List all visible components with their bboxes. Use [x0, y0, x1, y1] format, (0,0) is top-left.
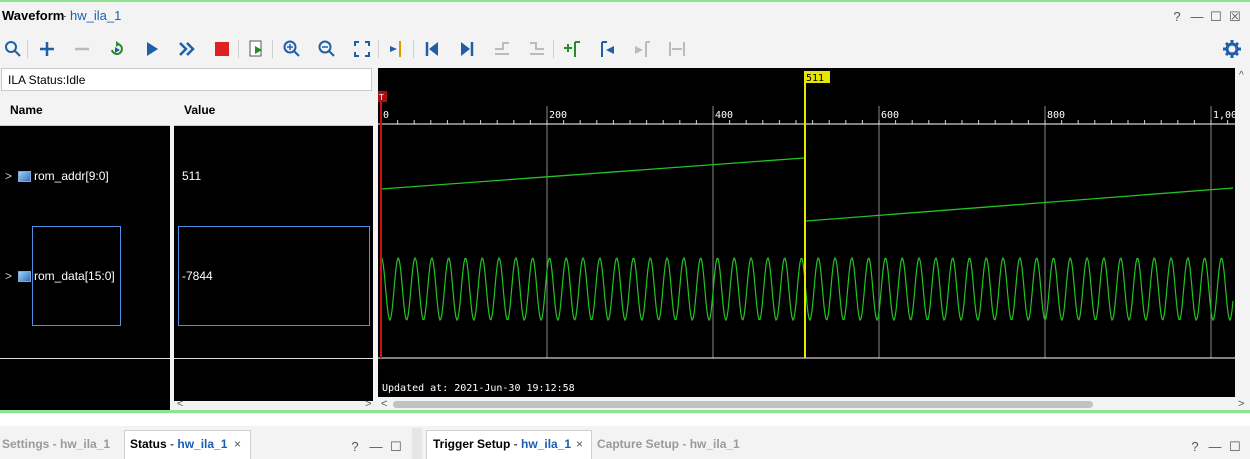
signal-name-rom-addr[interactable]: rom_addr[9:0]	[34, 169, 109, 183]
previous-transition-icon[interactable]	[491, 38, 513, 60]
name-column-header[interactable]: Name	[0, 94, 170, 126]
tab-trigger-setup[interactable]: Trigger Setup - hw_ila_1	[433, 437, 571, 451]
window-border	[0, 410, 1250, 413]
tab-capture-setup[interactable]: Capture Setup - hw_ila_1	[597, 437, 740, 451]
expand-rom-addr-chevron[interactable]: >	[5, 169, 12, 183]
fast-forward-icon[interactable]	[176, 38, 198, 60]
search-icon[interactable]	[2, 38, 24, 60]
status-maximize-button[interactable]: ☐	[389, 440, 403, 454]
rom-addr-ramp-2	[805, 187, 1234, 222]
signal-name-rom-data[interactable]: rom_data[15:0]	[34, 269, 115, 283]
play-icon[interactable]	[141, 38, 163, 60]
bus-signal-icon	[18, 271, 31, 282]
trigger-help-button[interactable]: ?	[1188, 440, 1202, 454]
row-divider	[0, 358, 170, 359]
refresh-icon[interactable]	[106, 38, 128, 60]
next-marker-icon[interactable]	[631, 38, 653, 60]
zoom-out-icon[interactable]	[316, 38, 338, 60]
swap-cursors-icon[interactable]	[666, 38, 688, 60]
maximize-button[interactable]: ☐	[1209, 10, 1223, 24]
gear-icon[interactable]	[1221, 38, 1243, 60]
waveform-vertical-scrollbar[interactable]: ^	[1236, 68, 1249, 397]
close-trigger-setup-tab-icon[interactable]: ×	[576, 437, 583, 451]
time-tick-label: 800	[1047, 110, 1065, 121]
trigger-maximize-button[interactable]: ☐	[1228, 440, 1242, 454]
row-divider	[174, 358, 373, 359]
cursor-label: 511	[806, 73, 824, 84]
trigger-minimize-button[interactable]: —	[1208, 440, 1222, 454]
window-title: Waveform	[2, 8, 65, 23]
waveform-scroll-right-icon[interactable]: >	[1238, 398, 1244, 410]
stop-icon[interactable]	[211, 38, 233, 60]
time-tick-label: 0	[383, 110, 389, 121]
waveform-scroll-thumb[interactable]	[393, 401, 1093, 408]
tab-status[interactable]: Status - hw_ila_1	[130, 437, 227, 451]
time-tick-label: 400	[715, 110, 733, 121]
signal-value-rom-data: -7844	[182, 269, 213, 283]
value-column-label: Value	[184, 103, 216, 117]
time-tick-label: 600	[881, 110, 899, 121]
waveform-canvas[interactable]: 0 200 400 600 800 1,00 T 511 Updated at: 2021…	[378, 68, 1237, 397]
window-subtitle: hw_ila_1	[70, 8, 122, 23]
help-button[interactable]: ?	[1170, 10, 1184, 24]
trigger-marker-label: T	[379, 93, 384, 102]
title-separator: -	[62, 8, 67, 23]
next-transition-icon[interactable]	[526, 38, 548, 60]
float-button[interactable]: ☒	[1228, 10, 1242, 24]
minus-icon[interactable]	[71, 38, 93, 60]
time-tick-label: 1,00	[1213, 110, 1235, 121]
previous-marker-icon[interactable]	[596, 38, 618, 60]
status-minimize-button[interactable]: —	[369, 440, 383, 454]
panel-splitter[interactable]	[412, 428, 422, 459]
bus-signal-icon	[18, 171, 31, 182]
go-to-cursor-icon[interactable]	[386, 38, 408, 60]
rom-data-sine-wave	[380, 256, 1234, 322]
go-to-end-icon[interactable]	[456, 38, 478, 60]
plus-icon[interactable]	[36, 38, 58, 60]
time-tick-label: 200	[549, 110, 567, 121]
scroll-right-icon[interactable]: >	[365, 398, 371, 410]
tab-settings[interactable]: Settings - hw_ila_1	[2, 437, 110, 451]
export-icon[interactable]	[245, 38, 267, 60]
rom-addr-ramp-1	[380, 157, 805, 190]
waveform-scroll-left-icon[interactable]: <	[381, 398, 387, 410]
zoom-fit-icon[interactable]	[351, 38, 373, 60]
ila-status-text: ILA Status:Idle	[8, 73, 86, 87]
status-help-button[interactable]: ?	[348, 440, 362, 454]
go-to-start-icon[interactable]	[421, 38, 443, 60]
minimize-button[interactable]: —	[1190, 10, 1204, 24]
add-marker-icon[interactable]	[561, 38, 583, 60]
close-status-tab-icon[interactable]: ×	[234, 437, 241, 451]
title-bar	[0, 2, 1250, 32]
updated-timestamp: Updated at: 2021-Jun-30 19:12:58	[382, 383, 575, 394]
signal-value-rom-addr: 511	[182, 169, 202, 183]
expand-rom-data-chevron[interactable]: >	[5, 269, 12, 283]
name-column-label: Name	[10, 103, 43, 117]
scroll-left-icon[interactable]: <	[177, 398, 183, 410]
value-column-header[interactable]: Value	[174, 94, 373, 126]
zoom-in-icon[interactable]	[281, 38, 303, 60]
